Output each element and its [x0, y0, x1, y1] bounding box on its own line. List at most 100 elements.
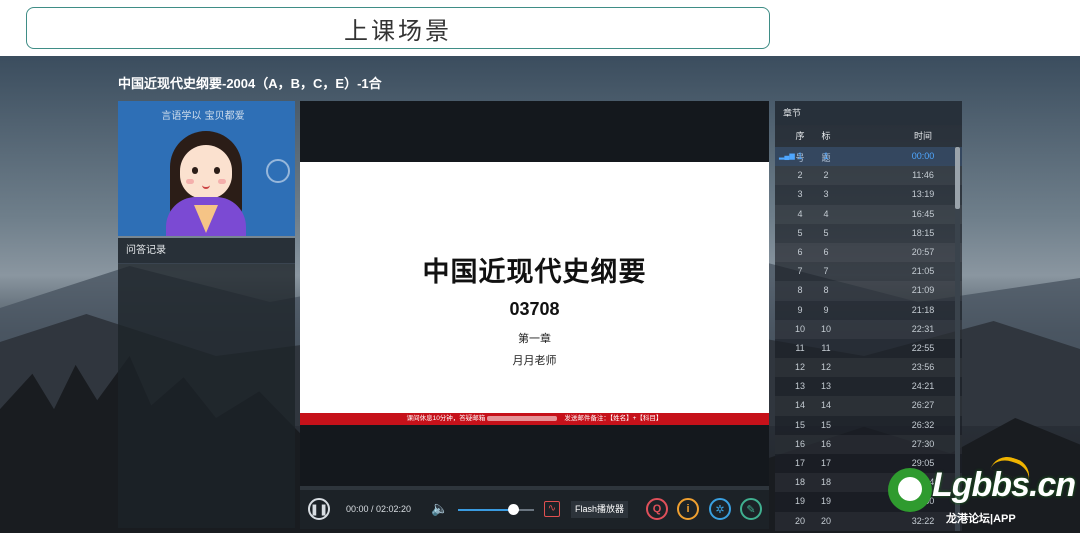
watermark-sub: 龙港论坛|APP [946, 513, 1016, 525]
chapter-no: 12 [794, 362, 805, 373]
chapter-time: 18:15 [911, 227, 935, 238]
chapter-title: 3 [823, 189, 829, 200]
chapter-row[interactable]: 9 9 21:18 [775, 301, 962, 320]
chapter-row[interactable]: 3 3 13:19 [775, 185, 962, 204]
volume-icon[interactable]: 🔈 [431, 500, 448, 517]
chapter-title: 2 [823, 170, 829, 181]
slide-notice-right: 发送邮件备注：【姓名】+【科目】 [564, 415, 663, 422]
chapter-row[interactable]: 4 4 16:45 [775, 204, 962, 224]
chapter-time: 21:18 [911, 304, 935, 315]
chapter-title: 8 [823, 285, 829, 296]
chapter-time: 23:56 [911, 362, 935, 373]
info-icon[interactable]: i [677, 498, 699, 520]
chapter-no: 7 [797, 266, 803, 277]
classroom-stage: 中国近现代史纲要-2004（A，B，C，E）-1合 言语学以 宝贝都爱 问答记录… [0, 56, 1080, 533]
chapter-row[interactable]: ▂▄▆ 1 1 00:00 [775, 147, 962, 167]
chapter-no: 6 [797, 246, 803, 257]
chapter-no: 3 [797, 189, 803, 200]
chapter-scroll-thumb[interactable] [955, 147, 960, 209]
chapter-title: 9 [823, 304, 829, 315]
chapter-time: 26:32 [911, 419, 935, 430]
chapter-time: 27:30 [911, 438, 935, 449]
chapter-no: 2 [797, 170, 803, 181]
chapter-row[interactable]: 10 10 22:31 [775, 319, 962, 339]
banner: 上课场景 [0, 0, 1080, 56]
chapter-no: 5 [797, 227, 803, 238]
player-controls: ❚❚ 00:00 / 02:02:20 🔈 ∿ Flash播放器 Q i ✲ ✎ [300, 490, 769, 529]
chapter-no: 4 [797, 208, 803, 219]
chapter-table-header: 序号 标题 时间 [775, 125, 962, 163]
watermark-logo: Lgbbs.cn 龙港论坛|APP [888, 452, 1078, 533]
banner-title: 上课场景 [344, 16, 452, 45]
qa-icon[interactable]: Q [646, 498, 668, 520]
chapter-title: 13 [820, 381, 831, 392]
chapter-time: 00:00 [911, 151, 935, 161]
slide-course-code: 03708 [509, 299, 560, 319]
chapter-row[interactable]: 13 13 24:21 [775, 377, 962, 396]
chapter-title: 12 [820, 362, 831, 373]
pause-icon[interactable]: ❚❚ [308, 498, 330, 520]
chapter-no: 10 [794, 323, 805, 334]
volume-slider[interactable] [458, 509, 534, 511]
chapter-no: 15 [794, 419, 805, 430]
playback-time: 00:00 / 02:02:20 [346, 504, 412, 514]
qa-panel-title: 问答记录 [118, 238, 295, 264]
chapter-title: 18 [820, 477, 831, 488]
teacher-video[interactable]: 言语学以 宝贝都爱 [118, 101, 295, 236]
chapter-no: 1 [797, 151, 803, 161]
video-player[interactable]: 中国近现代史纲要 03708 第一章 月月老师 课间休息10分钟，答疑邮箱 发送… [300, 101, 769, 529]
lecture-slide: 中国近现代史纲要 03708 第一章 月月老师 课间休息10分钟，答疑邮箱 发送… [300, 162, 769, 425]
chapter-time: 24:21 [911, 381, 935, 392]
teacher-video-handwriting: 言语学以 宝贝都爱 [161, 111, 245, 122]
audio-wave-icon [266, 159, 290, 183]
chapter-title: 10 [820, 323, 831, 334]
volume-knob[interactable] [508, 504, 520, 515]
chapter-row[interactable]: 15 15 26:32 [775, 416, 962, 435]
chapter-no: 19 [794, 496, 805, 507]
chapter-row[interactable]: 6 6 20:57 [775, 242, 962, 263]
chapter-title: 6 [823, 246, 829, 257]
chapter-time: 22:55 [911, 342, 935, 353]
avatar-face [180, 145, 232, 199]
chapter-no: 16 [794, 438, 805, 449]
chapter-row[interactable]: 7 7 21:05 [775, 262, 962, 281]
chapter-row[interactable]: 16 16 27:30 [775, 434, 962, 454]
redacted-email [487, 415, 558, 421]
chapter-no: 18 [794, 477, 805, 488]
chapter-no: 8 [797, 285, 803, 296]
chapter-title: 1 [823, 151, 829, 161]
slide-teacher: 月月老师 [512, 354, 557, 367]
banner-frame: 上课场景 [26, 7, 770, 49]
chapter-row[interactable]: 8 8 21:09 [775, 281, 962, 301]
chapter-time: 16:45 [911, 208, 935, 219]
header-time: 时间 [913, 131, 932, 141]
chapter-row[interactable]: 14 14 26:27 [775, 396, 962, 416]
chapter-row[interactable]: 2 2 11:46 [775, 166, 962, 186]
chapter-title: 14 [820, 400, 831, 411]
chapter-time: 22:31 [911, 323, 935, 334]
avatar-cheek [218, 179, 226, 184]
chapter-title: 15 [820, 419, 831, 430]
slide-notice-left: 课间休息10分钟，答疑邮箱 [406, 415, 486, 422]
course-title: 中国近现代史纲要-2004（A，B，C，E）-1合 [118, 76, 382, 91]
chapter-row[interactable]: 12 12 23:56 [775, 358, 962, 378]
chapter-time: 26:27 [911, 400, 935, 411]
slide-notice-bar: 课间休息10分钟，答疑邮箱 发送邮件备注：【姓名】+【科目】 [300, 413, 769, 425]
chapter-no: 9 [797, 304, 803, 315]
flash-player-button[interactable]: Flash播放器 [571, 501, 629, 518]
chapter-time: 13:19 [911, 189, 935, 200]
settings-icon[interactable]: ✲ [709, 498, 731, 520]
slide-title: 中国近现代史纲要 [422, 257, 647, 287]
logo-swirl [888, 468, 932, 512]
chapter-panel-title: 章节 [775, 101, 962, 125]
flash-icon[interactable]: ∿ [544, 501, 560, 517]
chapter-row[interactable]: 11 11 22:55 [775, 339, 962, 358]
chapter-title: 20 [820, 515, 831, 526]
slide-chapter: 第一章 [518, 332, 551, 345]
watermark-brand: Lgbbs.cn [932, 466, 1076, 504]
chapter-no: 14 [794, 400, 805, 411]
chapter-time: 21:09 [911, 285, 935, 296]
chapter-title: 4 [823, 208, 829, 219]
chapter-row[interactable]: 5 5 18:15 [775, 224, 962, 243]
pen-icon[interactable]: ✎ [740, 498, 762, 520]
